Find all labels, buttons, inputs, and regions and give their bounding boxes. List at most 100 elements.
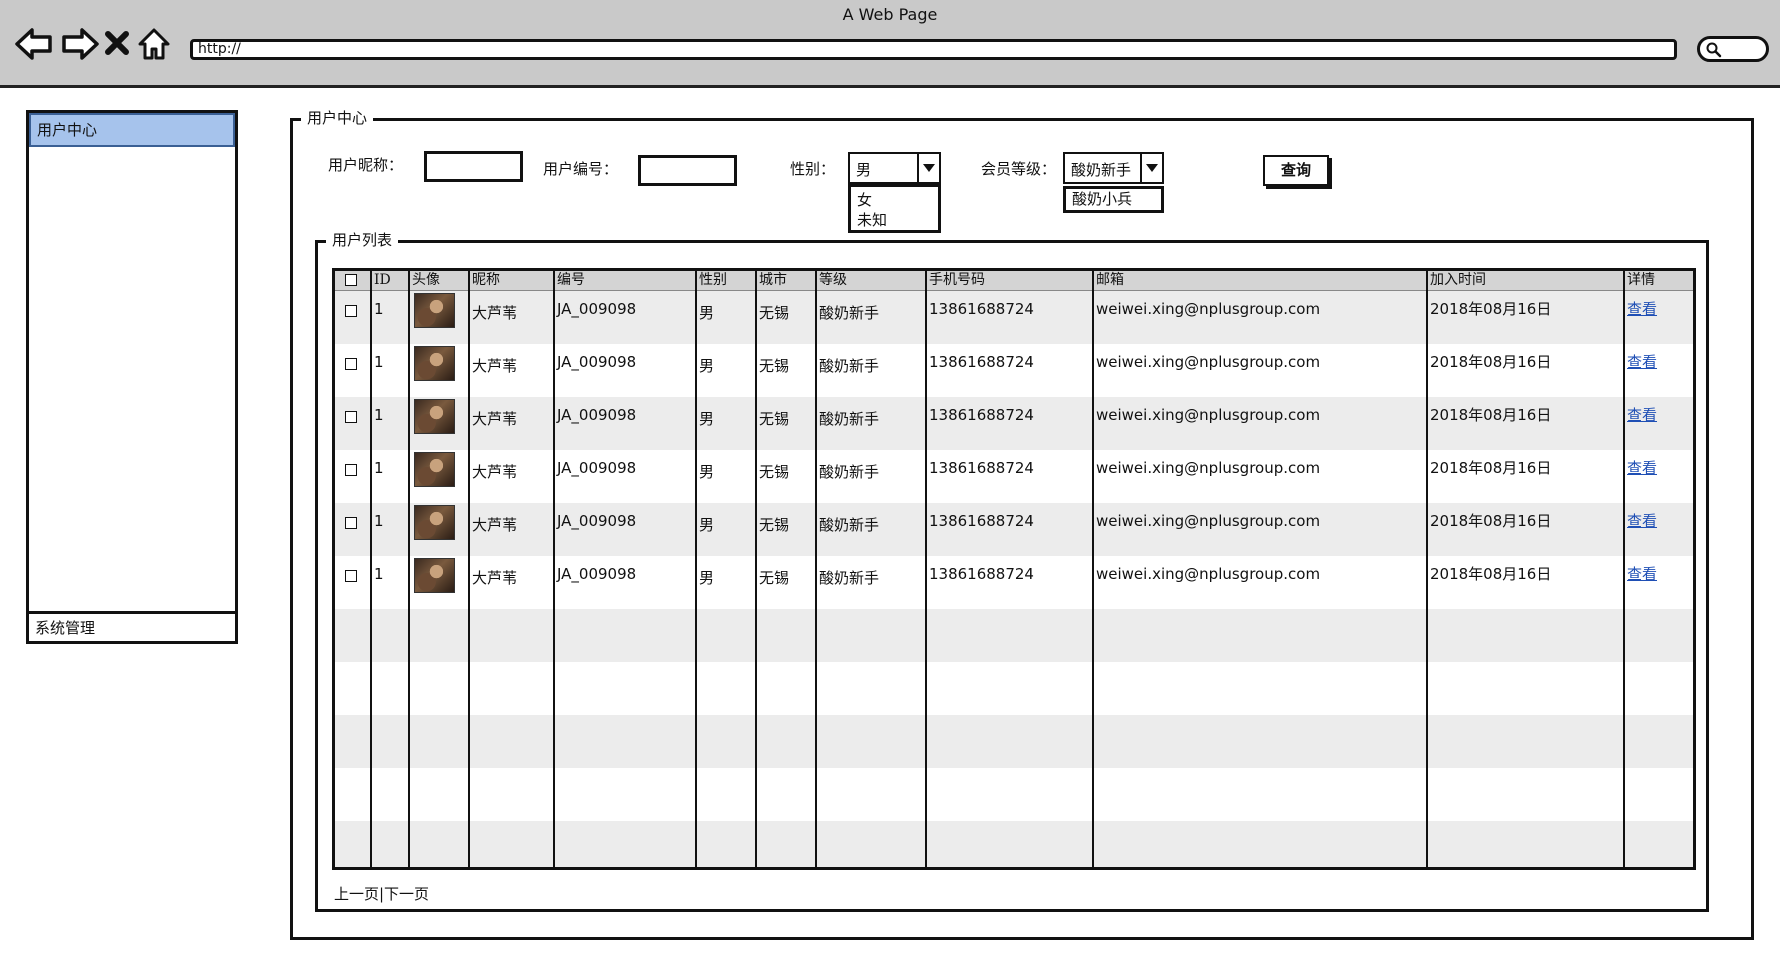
address-bar[interactable]: http:// <box>190 39 1677 60</box>
cell-phone: 13861688724 <box>929 406 1034 424</box>
cell-gender: 男 <box>699 410 715 428</box>
cell-phone: 13861688724 <box>929 459 1034 477</box>
column-header: 性别 <box>699 272 727 288</box>
cell-id: 1 <box>374 565 384 583</box>
table-row: 1 大芦苇 JA_009098 男 无锡 酸奶新手 13861688724 weiwei.xi… <box>335 344 1693 397</box>
user-avatar-image <box>414 558 455 593</box>
table-row: 1 大芦苇 JA_009098 男 无锡 酸奶新手 13861688724 weiwei.xi… <box>335 450 1693 503</box>
cell-joined: 2018年08月16日 <box>1430 512 1552 530</box>
cell-nickname: 大芦苇 <box>472 410 518 428</box>
cell-email: weiwei.xing@nplusgroup.com <box>1096 459 1321 477</box>
home-icon[interactable] <box>136 26 172 62</box>
user-avatar-image <box>414 293 455 328</box>
cell-joined: 2018年08月16日 <box>1430 353 1552 371</box>
member-level-select[interactable]: 酸奶新手 <box>1063 152 1164 184</box>
close-x-icon[interactable] <box>104 30 130 56</box>
cell-level: 酸奶新手 <box>819 304 880 322</box>
user-avatar-image <box>414 452 455 487</box>
gender-dropdown-toggle[interactable] <box>917 154 939 182</box>
cell-number: JA_009098 <box>557 406 637 424</box>
user-number-label: 用户编号： <box>543 160 619 178</box>
sidebar-item-user-center[interactable]: 用户中心 <box>29 113 235 147</box>
column-header: 昵称 <box>472 272 500 288</box>
view-detail-link[interactable]: 查看 <box>1627 459 1657 477</box>
cell-email: weiwei.xing@nplusgroup.com <box>1096 353 1321 371</box>
select-all-checkbox[interactable] <box>345 274 357 286</box>
browser-search-box[interactable] <box>1697 36 1769 62</box>
cell-city: 无锡 <box>759 304 790 322</box>
view-detail-link[interactable]: 查看 <box>1627 300 1657 318</box>
cell-level: 酸奶新手 <box>819 357 880 375</box>
user-table: ID 头像 昵称 编号 性别 城市 等级 手机号码 邮箱 加入时间 详情 1 大芦苇 JA_009098… <box>332 268 1696 870</box>
cell-city: 无锡 <box>759 516 790 534</box>
cell-phone: 13861688724 <box>929 300 1034 318</box>
forward-arrow-icon[interactable] <box>60 26 100 62</box>
view-detail-link[interactable]: 查看 <box>1627 512 1657 530</box>
sidebar-item-system-management[interactable]: 系统管理 <box>29 611 235 641</box>
cell-number: JA_009098 <box>557 565 637 583</box>
cell-nickname: 大芦苇 <box>472 516 518 534</box>
query-button[interactable]: 查询 <box>1263 155 1329 186</box>
row-checkbox[interactable] <box>345 517 357 529</box>
cell-number: JA_009098 <box>557 353 637 371</box>
cell-nickname: 大芦苇 <box>472 569 518 587</box>
cell-city: 无锡 <box>759 410 790 428</box>
row-checkbox[interactable] <box>345 358 357 370</box>
user-avatar-image <box>414 346 455 381</box>
sidebar-nav: 用户中心 系统管理 <box>26 110 238 644</box>
table-row-stripe <box>335 715 1693 768</box>
cell-level: 酸奶新手 <box>819 410 880 428</box>
cell-gender: 男 <box>699 357 715 375</box>
table-row: 1 大芦苇 JA_009098 男 无锡 酸奶新手 13861688724 weiwei.xi… <box>335 503 1693 556</box>
row-checkbox[interactable] <box>345 305 357 317</box>
nickname-input[interactable] <box>424 151 523 182</box>
row-checkbox[interactable] <box>345 411 357 423</box>
view-detail-link[interactable]: 查看 <box>1627 353 1657 371</box>
gender-select[interactable]: 男 <box>848 152 941 184</box>
member-level-option-soldier[interactable]: 酸奶小兵 <box>1066 189 1161 209</box>
row-checkbox[interactable] <box>345 464 357 476</box>
cell-id: 1 <box>374 353 384 371</box>
table-row-stripe <box>335 821 1693 867</box>
cell-gender: 男 <box>699 304 715 322</box>
column-header: ID <box>374 272 391 288</box>
cell-level: 酸奶新手 <box>819 463 880 481</box>
cell-phone: 13861688724 <box>929 565 1034 583</box>
cell-number: JA_009098 <box>557 459 637 477</box>
member-level-dropdown-toggle[interactable] <box>1140 154 1162 182</box>
table-header-row: ID 头像 昵称 编号 性别 城市 等级 手机号码 邮箱 加入时间 详情 <box>335 271 1693 291</box>
cell-gender: 男 <box>699 569 715 587</box>
cell-phone: 13861688724 <box>929 512 1034 530</box>
cell-city: 无锡 <box>759 463 790 481</box>
browser-chrome: A Web Page http:// <box>0 0 1780 88</box>
back-arrow-icon[interactable] <box>14 26 54 62</box>
cell-id: 1 <box>374 300 384 318</box>
cell-email: weiwei.xing@nplusgroup.com <box>1096 300 1321 318</box>
cell-id: 1 <box>374 406 384 424</box>
cell-number: JA_009098 <box>557 300 637 318</box>
view-detail-link[interactable]: 查看 <box>1627 406 1657 424</box>
gender-selected-value: 男 <box>856 161 872 179</box>
row-checkbox[interactable] <box>345 570 357 582</box>
pagination[interactable]: 上一页|下一页 <box>334 883 429 904</box>
member-level-options-list: 酸奶小兵 <box>1063 186 1164 213</box>
column-header: 邮箱 <box>1096 272 1124 288</box>
gender-option-female[interactable]: 女 <box>851 190 938 210</box>
search-icon <box>1706 42 1722 58</box>
cell-city: 无锡 <box>759 569 790 587</box>
cell-nickname: 大芦苇 <box>472 357 518 375</box>
cell-email: weiwei.xing@nplusgroup.com <box>1096 565 1321 583</box>
user-number-input[interactable] <box>638 155 737 186</box>
gender-option-unknown[interactable]: 未知 <box>851 210 938 230</box>
column-header: 等级 <box>819 272 847 288</box>
view-detail-link[interactable]: 查看 <box>1627 565 1657 583</box>
cell-joined: 2018年08月16日 <box>1430 459 1552 477</box>
column-header: 头像 <box>412 272 440 288</box>
cell-id: 1 <box>374 459 384 477</box>
table-row: 1 大芦苇 JA_009098 男 无锡 酸奶新手 13861688724 weiwei.xi… <box>335 397 1693 450</box>
gender-options-list: 女 未知 <box>848 184 941 233</box>
chevron-down-icon <box>1146 164 1158 172</box>
column-header: 手机号码 <box>929 272 985 288</box>
cell-joined: 2018年08月16日 <box>1430 565 1552 583</box>
column-header: 城市 <box>759 272 787 288</box>
